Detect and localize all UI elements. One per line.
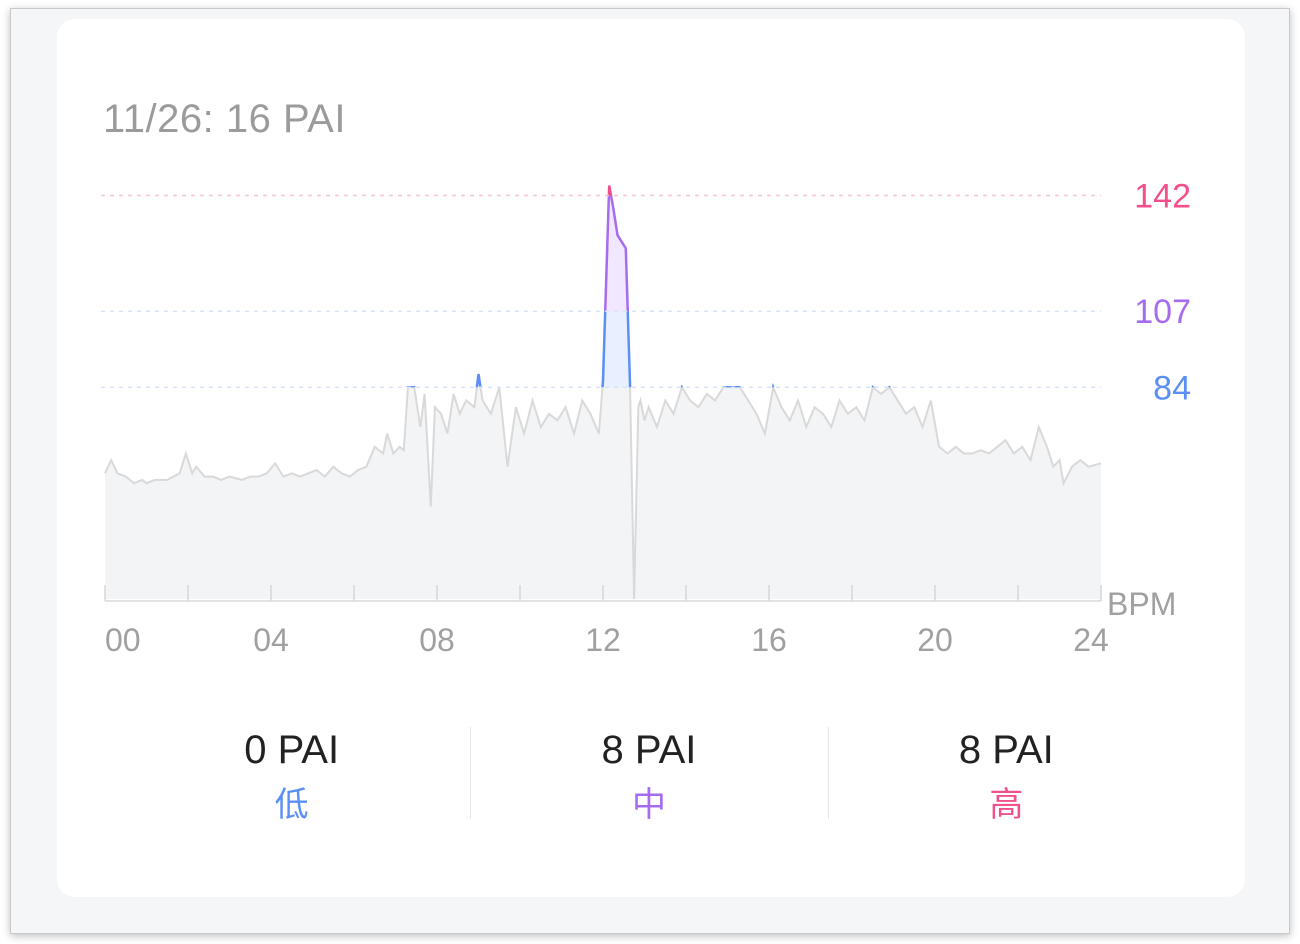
threshold-label-low: 84 bbox=[1153, 369, 1191, 407]
stat-high-label: 高 bbox=[989, 786, 1024, 824]
stat-mid-value: 8 PAI bbox=[601, 728, 697, 772]
threshold-label-mid: 107 bbox=[1134, 293, 1191, 331]
x-tick-label: 16 bbox=[751, 622, 787, 658]
stat-low-label: 低 bbox=[274, 786, 309, 824]
stat-high: 8 PAI 高 bbox=[827, 719, 1185, 829]
window-frame: 11/26: 16 PAI 142 107 84 00 04 08 12 16 20 24 BPM … bbox=[10, 8, 1290, 934]
x-tick-label: 08 bbox=[419, 622, 455, 658]
stat-low: 0 PAI 低 bbox=[113, 719, 470, 829]
y-unit-label: BPM bbox=[1107, 586, 1176, 622]
x-tick-label: 20 bbox=[917, 622, 953, 658]
x-tick-label: 12 bbox=[585, 622, 621, 658]
heart-rate-chart: 142 107 84 00 04 08 12 16 20 24BPM bbox=[101, 177, 1191, 658]
x-tick-label: 04 bbox=[253, 622, 289, 658]
threshold-label-high: 142 bbox=[1134, 177, 1191, 215]
stat-high-value: 8 PAI bbox=[958, 728, 1054, 772]
stat-low-value: 0 PAI bbox=[244, 728, 340, 772]
pai-summary: 0 PAI 低 8 PAI 中 8 PAI 高 bbox=[113, 719, 1185, 829]
stat-mid-label: 中 bbox=[631, 786, 666, 824]
stat-mid: 8 PAI 中 bbox=[470, 719, 827, 829]
x-tick-label: 00 bbox=[105, 622, 141, 658]
pai-card: 11/26: 16 PAI 142 107 84 00 04 08 12 16 20 24 BPM … bbox=[57, 19, 1245, 897]
x-tick-label: 24 bbox=[1073, 622, 1109, 658]
